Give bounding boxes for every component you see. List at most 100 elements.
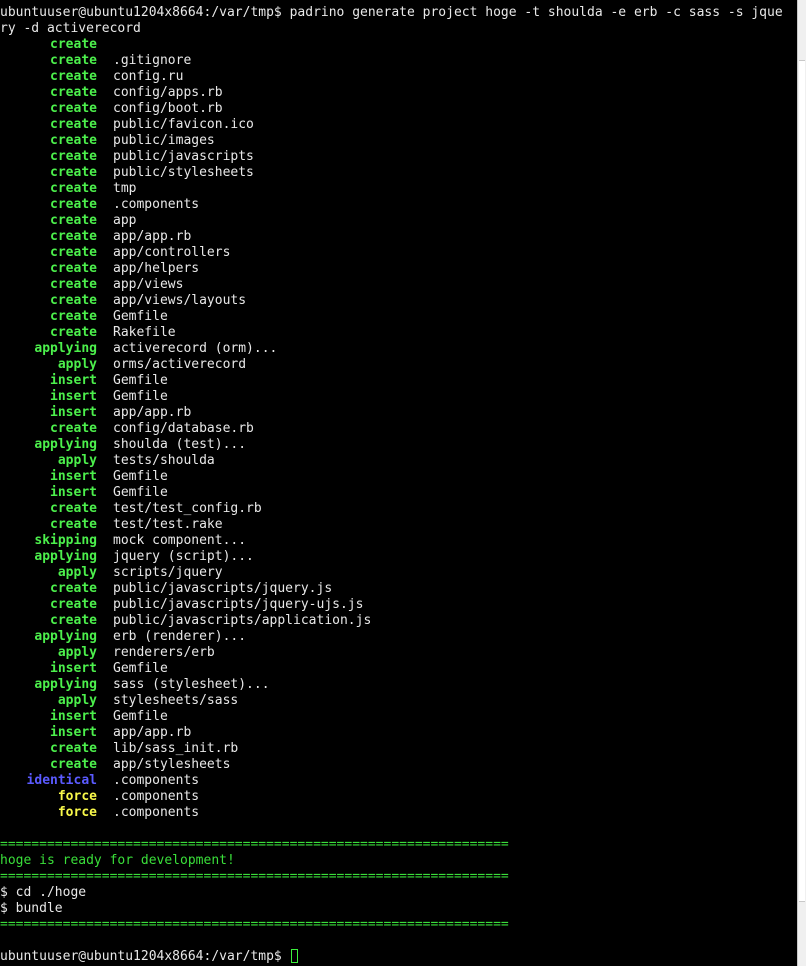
terminal-window[interactable]: ubuntuuser@ubuntu1204x8664:/var/tmp$ pad… [0, 0, 797, 966]
file-path: test/test_config.rb [113, 501, 262, 516]
file-path: test/test.rake [113, 517, 223, 532]
status-label: create [50, 309, 97, 324]
vertical-scrollbar[interactable] [797, 0, 806, 966]
output-line: applying sass (stylesheet)... [0, 677, 797, 693]
command-line-2: ry -d activerecord [0, 21, 141, 36]
file-path: app/app.rb [113, 405, 192, 420]
file-path: Gemfile [113, 309, 168, 324]
output-line: apply tests/shoulda [0, 453, 797, 469]
output-line: create config/database.rb [0, 421, 797, 437]
output-line: create app/views/layouts [0, 293, 797, 309]
file-path: app/helpers [113, 261, 200, 276]
file-path: public/javascripts/application.js [113, 613, 372, 628]
file-path: config.ru [113, 69, 184, 84]
output-line: insert Gemfile [0, 661, 797, 677]
status-label: create [50, 277, 97, 292]
status-label: create [50, 325, 97, 340]
status-label: create [50, 133, 97, 148]
ready-message: hoge is ready for development! [0, 853, 235, 868]
status-label: create [50, 229, 97, 244]
file-path: app [113, 213, 137, 228]
file-path: lib/sass_init.rb [113, 741, 239, 756]
file-path: Gemfile [113, 661, 168, 676]
status-label: create [50, 581, 97, 596]
file-path: .components [113, 773, 200, 788]
output-line: identical .components [0, 773, 797, 789]
generator-output: create create .gitignore create config.ru cre… [0, 37, 797, 821]
file-path: shoulda (test)... [113, 437, 247, 452]
file-path: public/images [113, 133, 215, 148]
file-path: Gemfile [113, 485, 168, 500]
status-label: create [50, 101, 97, 116]
status-label: create [50, 501, 97, 516]
file-path: renderers/erb [113, 645, 215, 660]
output-line: applying jquery (script)... [0, 549, 797, 565]
status-label: create [50, 293, 97, 308]
file-path: erb (renderer)... [113, 629, 247, 644]
shell-prompt-line[interactable]: ubuntuuser@ubuntu1204x8664:/var/tmp$ [0, 949, 797, 965]
output-line: insert app/app.rb [0, 725, 797, 741]
status-label: create [50, 741, 97, 756]
file-path: public/javascripts/jquery.js [113, 581, 333, 596]
status-label: apply [57, 565, 97, 580]
file-path: .components [113, 789, 200, 804]
status-label: create [50, 37, 97, 52]
status-label: skipping [34, 533, 97, 548]
output-line: create app/stylesheets [0, 757, 797, 773]
output-line: force .components [0, 805, 797, 821]
output-line: create public/favicon.ico [0, 117, 797, 133]
output-line: insert Gemfile [0, 469, 797, 485]
output-line: create public/stylesheets [0, 165, 797, 181]
file-path: app/views [113, 277, 184, 292]
output-line: create public/javascripts [0, 149, 797, 165]
status-label: insert [50, 469, 97, 484]
status-label: applying [34, 341, 97, 356]
output-line: create app/helpers [0, 261, 797, 277]
output-line: applying shoulda (test)... [0, 437, 797, 453]
output-line: force .components [0, 789, 797, 805]
status-label: create [50, 69, 97, 84]
status-label: create [50, 261, 97, 276]
output-line: applying erb (renderer)... [0, 629, 797, 645]
output-line: create app/views [0, 277, 797, 293]
file-path: app/app.rb [113, 229, 192, 244]
separator-rule-bottom: ========================================… [0, 917, 509, 932]
output-line: create [0, 37, 797, 53]
status-label: create [50, 597, 97, 612]
text-cursor [290, 949, 298, 963]
file-path: tmp [113, 181, 137, 196]
status-label: applying [34, 549, 97, 564]
output-line: apply stylesheets/sass [0, 693, 797, 709]
status-label: force [57, 789, 97, 804]
status-label: applying [34, 437, 97, 452]
next-step-bundle: $ bundle [0, 901, 63, 916]
output-line: applying activerecord (orm)... [0, 341, 797, 357]
output-line: insert Gemfile [0, 709, 797, 725]
output-line: insert Gemfile [0, 389, 797, 405]
status-label: apply [57, 357, 97, 372]
file-path: app/controllers [113, 245, 231, 260]
separator-rule-top: ========================================… [0, 837, 509, 852]
output-line: create app [0, 213, 797, 229]
file-path: stylesheets/sass [113, 693, 239, 708]
file-path: public/javascripts [113, 149, 254, 164]
output-line: create test/test.rake [0, 517, 797, 533]
file-path: Gemfile [113, 469, 168, 484]
status-label: apply [57, 693, 97, 708]
file-path: public/stylesheets [113, 165, 254, 180]
output-line: create Gemfile [0, 309, 797, 325]
next-step-cd: $ cd ./hoge [0, 885, 87, 900]
file-path: config/boot.rb [113, 101, 223, 116]
status-label: create [50, 197, 97, 212]
status-label: create [50, 181, 97, 196]
file-path: .components [113, 805, 200, 820]
status-label: insert [50, 373, 97, 388]
file-path: mock component... [113, 533, 247, 548]
status-label: create [50, 517, 97, 532]
file-path: tests/shoulda [113, 453, 215, 468]
output-line: create lib/sass_init.rb [0, 741, 797, 757]
status-label: create [50, 85, 97, 100]
scrollbar-thumb[interactable] [799, 60, 805, 902]
file-path: sass (stylesheet)... [113, 677, 270, 692]
